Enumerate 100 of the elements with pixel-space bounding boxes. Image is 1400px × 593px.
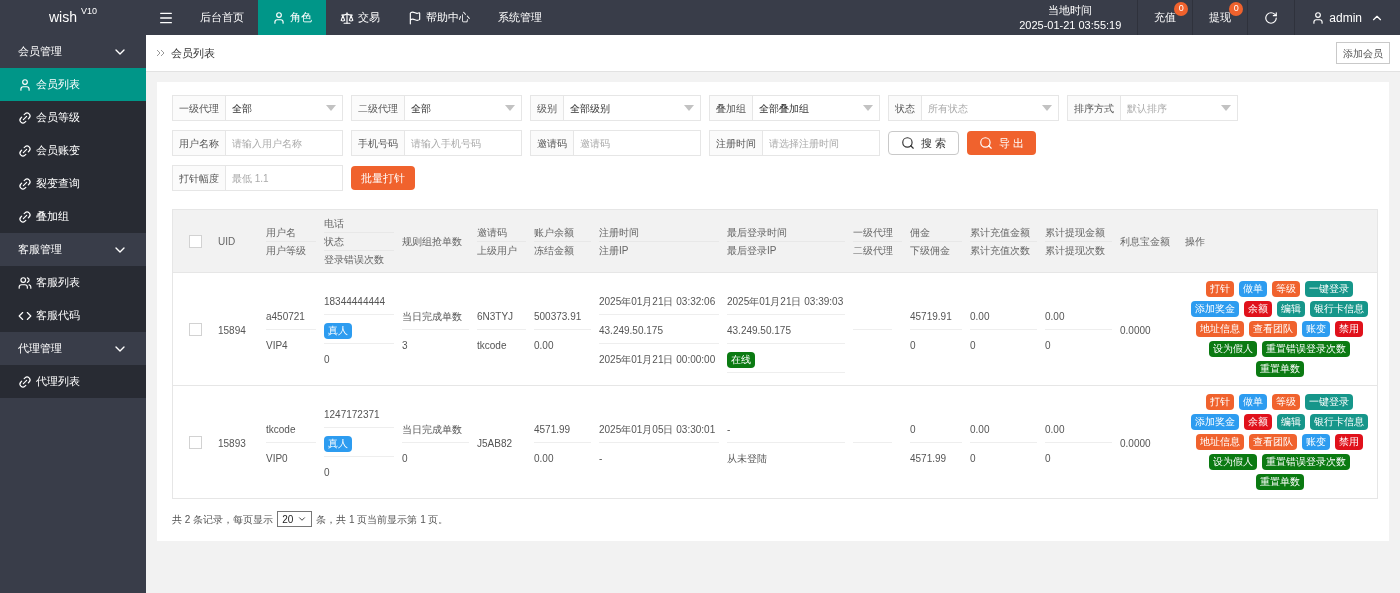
user-icon bbox=[272, 10, 286, 25]
cell-text: 6N3TYJ bbox=[477, 310, 514, 322]
cell-text: 4571.99 bbox=[534, 423, 571, 435]
sidebar-item[interactable]: 代理列表 bbox=[0, 365, 146, 398]
row-checkbox[interactable] bbox=[189, 322, 202, 336]
action-button[interactable]: 重置单数 bbox=[1255, 474, 1304, 490]
caret-icon bbox=[1042, 105, 1052, 111]
cell-text: 45719.91 bbox=[910, 310, 952, 322]
column-header: 下级佣金 bbox=[910, 243, 951, 258]
sidebar-item[interactable]: 会员等级 bbox=[0, 101, 146, 134]
input-field[interactable]: 邀请码 邀请码 bbox=[530, 130, 701, 156]
cell-text: 1247172371 bbox=[324, 409, 380, 420]
cell-text: 15893 bbox=[218, 438, 246, 449]
action-button[interactable]: 余额 bbox=[1244, 414, 1272, 430]
cell-text: 0.00 bbox=[534, 452, 554, 464]
field-value: 全部 bbox=[411, 101, 431, 116]
nav-tab[interactable]: 后台首页 bbox=[186, 0, 258, 35]
scale-icon bbox=[340, 10, 354, 25]
nav-tab[interactable]: 角色 bbox=[258, 0, 326, 35]
action-button[interactable]: 查看团队 bbox=[1249, 321, 1297, 337]
caret-icon bbox=[326, 105, 336, 111]
cell-text: 43.249.50.175 bbox=[599, 325, 663, 336]
sidebar-item[interactable]: 会员列表 bbox=[0, 68, 146, 101]
column-header: 用户名 bbox=[266, 223, 316, 242]
action-button[interactable]: 编辑 bbox=[1277, 301, 1305, 317]
input-field[interactable]: 手机号码 请输入手机号码 bbox=[351, 130, 522, 156]
action-button[interactable]: 做单 bbox=[1239, 281, 1267, 297]
input-field[interactable]: 打针幅度 最低 1.1 bbox=[172, 165, 343, 191]
double-chevron-icon bbox=[156, 49, 165, 57]
nav-tab[interactable]: 交易 bbox=[326, 0, 394, 35]
field-label: 排序方式 bbox=[1068, 96, 1121, 120]
select-field[interactable]: 叠加组 全部叠加组 bbox=[709, 95, 880, 121]
column-header: UID bbox=[218, 234, 237, 249]
sidebar-item[interactable]: 叠加组 bbox=[0, 200, 146, 233]
cell-text: tkcode bbox=[266, 423, 296, 435]
sidebar-item[interactable]: 会员账变 bbox=[0, 134, 146, 167]
action-button[interactable]: 打针 bbox=[1206, 394, 1234, 410]
search-button[interactable]: 搜 索 bbox=[888, 131, 960, 155]
cell-text: 0.00 bbox=[1045, 310, 1065, 322]
column-header: 累计充值次数 bbox=[970, 243, 1031, 258]
action-button[interactable]: 余额 bbox=[1244, 301, 1272, 317]
action-button[interactable]: 一键登录 bbox=[1305, 394, 1353, 410]
action-button[interactable]: 一键登录 bbox=[1305, 281, 1353, 297]
action-button[interactable]: 地址信息 bbox=[1196, 321, 1244, 337]
select-field[interactable]: 排序方式 默认排序 bbox=[1067, 95, 1238, 121]
chevron-icon bbox=[297, 514, 308, 524]
action-button[interactable]: 查看团队 bbox=[1249, 434, 1297, 450]
column-header: 电话 bbox=[324, 214, 394, 233]
action-button[interactable]: 重置单数 bbox=[1255, 361, 1304, 377]
action-button[interactable]: 账变 bbox=[1302, 434, 1330, 450]
nav-tab[interactable]: 帮助中心 bbox=[394, 0, 484, 35]
batch-button[interactable]: 批量打针 bbox=[351, 166, 415, 190]
search-icon bbox=[901, 136, 915, 150]
input-field[interactable]: 注册时间 请选择注册时间 bbox=[709, 130, 880, 156]
cell-text: 0 bbox=[910, 339, 916, 351]
sidebar-item[interactable]: 客服列表 bbox=[0, 266, 146, 299]
select-field[interactable]: 状态 所有状态 bbox=[888, 95, 1059, 121]
add-member-button[interactable]: 添加会员 bbox=[1336, 42, 1390, 64]
column-header: 用户等级 bbox=[266, 243, 307, 258]
caret-icon bbox=[684, 105, 694, 111]
cell-text: 2025年01月05日 03:30:01 bbox=[599, 423, 716, 435]
select-field[interactable]: 一级代理 全部 bbox=[172, 95, 343, 121]
action-button[interactable]: 设为假人 bbox=[1209, 341, 1257, 357]
field-placeholder: 请选择注册时间 bbox=[769, 136, 839, 151]
action-button[interactable]: 做单 bbox=[1239, 394, 1267, 410]
action-button[interactable]: 地址信息 bbox=[1196, 434, 1244, 450]
action-button[interactable]: 设为假人 bbox=[1209, 454, 1257, 470]
field-label: 打针幅度 bbox=[173, 166, 226, 190]
cell-text: 0.00 bbox=[534, 339, 554, 351]
select-field[interactable]: 级别 全部级别 bbox=[530, 95, 701, 121]
field-label: 注册时间 bbox=[710, 131, 763, 155]
select-all-checkbox[interactable] bbox=[189, 234, 202, 248]
action-button[interactable]: 添加奖金 bbox=[1191, 414, 1239, 430]
count-badge: 0 bbox=[1174, 2, 1189, 16]
count-badge: 0 bbox=[1229, 2, 1244, 16]
column-header: 累计充值金额 bbox=[970, 223, 1037, 242]
action-button[interactable]: 银行卡信息 bbox=[1310, 414, 1368, 430]
action-button[interactable]: 重置错误登录次数 bbox=[1262, 454, 1350, 470]
action-button[interactable]: 禁用 bbox=[1335, 321, 1363, 337]
action-button[interactable]: 编辑 bbox=[1277, 414, 1305, 430]
action-button[interactable]: 重置错误登录次数 bbox=[1262, 341, 1350, 357]
select-field[interactable]: 二级代理 全部 bbox=[351, 95, 522, 121]
action-button[interactable]: 禁用 bbox=[1335, 434, 1363, 450]
action-button[interactable]: 银行卡信息 bbox=[1310, 301, 1368, 317]
row-checkbox[interactable] bbox=[189, 435, 202, 449]
action-button[interactable]: 打针 bbox=[1206, 281, 1234, 297]
user-icon bbox=[18, 77, 32, 92]
sidebar-item[interactable]: 客服代码 bbox=[0, 299, 146, 332]
action-button[interactable]: 等级 bbox=[1272, 281, 1300, 297]
field-label: 手机号码 bbox=[352, 131, 405, 155]
action-button[interactable]: 等级 bbox=[1272, 394, 1300, 410]
action-button[interactable]: 添加奖金 bbox=[1191, 301, 1239, 317]
nav-tab[interactable]: 系统管理 bbox=[484, 0, 556, 35]
action-button[interactable]: 账变 bbox=[1302, 321, 1330, 337]
status-badge: 在线 bbox=[727, 351, 755, 368]
input-field[interactable]: 用户名称 请输入用户名称 bbox=[172, 130, 343, 156]
cell-text: 0.00 bbox=[970, 423, 990, 435]
sidebar-item[interactable]: 裂变查询 bbox=[0, 167, 146, 200]
export-button[interactable]: 导 出 bbox=[967, 131, 1037, 155]
page-size-select[interactable]: 20 bbox=[277, 511, 313, 527]
